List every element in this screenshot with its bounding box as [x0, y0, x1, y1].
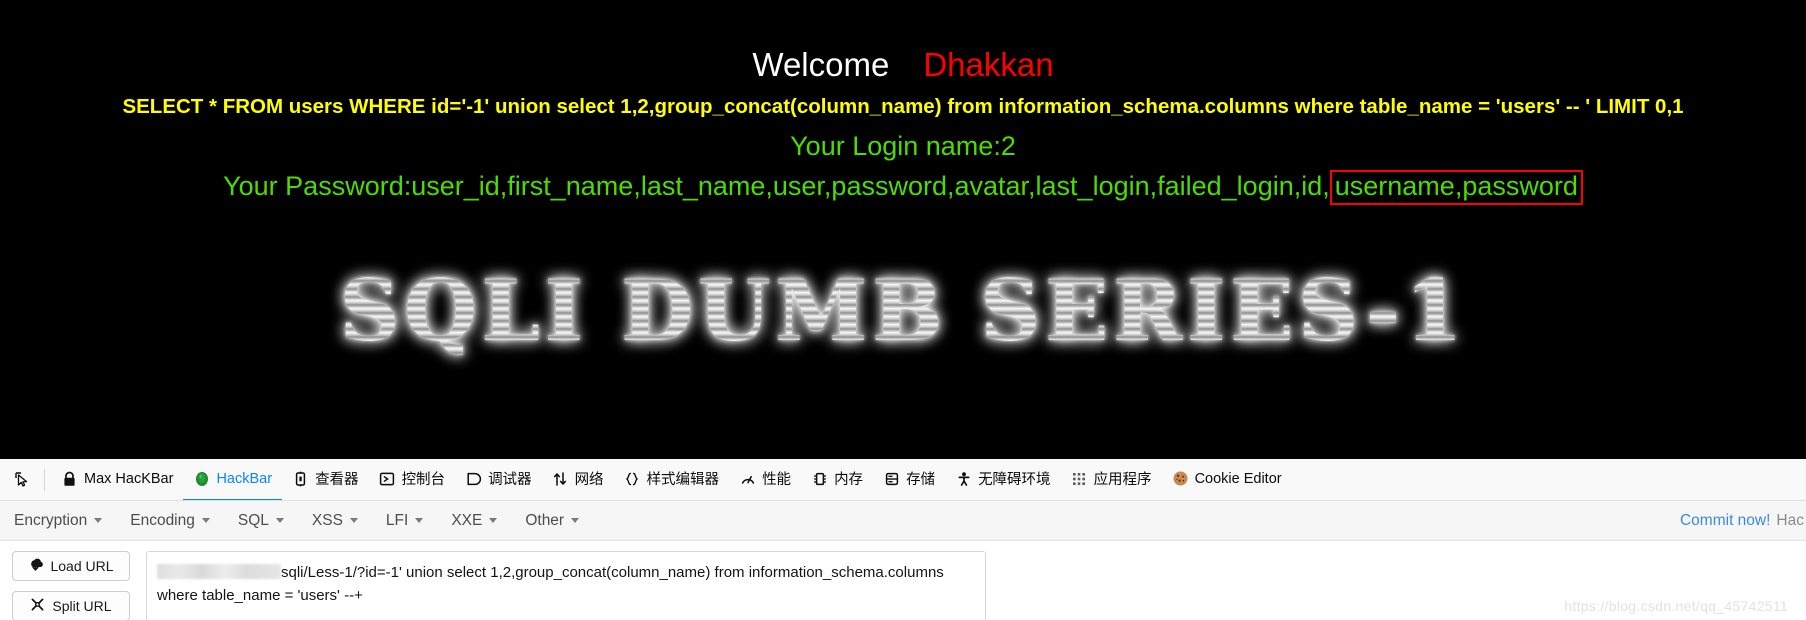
tab-label: Cookie Editor	[1194, 470, 1282, 487]
menu-label: SQL	[237, 511, 269, 529]
network-arrows-icon	[552, 470, 569, 487]
accessibility-person-icon	[955, 470, 972, 487]
memory-icon	[811, 470, 828, 487]
menu-label: Other	[525, 511, 565, 529]
commit-notice: Commit now! Hac	[1680, 501, 1806, 541]
tab-label: 网络	[574, 472, 604, 488]
menu-label: Encoding	[130, 511, 195, 529]
chevron-down-icon	[349, 518, 358, 523]
menu-sql[interactable]: SQL	[238, 512, 299, 530]
chevron-down-icon	[201, 518, 210, 523]
commit-notice-tail: Hac	[1776, 512, 1804, 529]
toolbar-divider	[44, 468, 45, 491]
tab-debugger[interactable]: 调试器	[455, 459, 542, 500]
button-label: Split URL	[52, 598, 112, 614]
hackbar-button-column: Load URL Split URL	[12, 551, 130, 620]
chevron-down-icon	[415, 518, 424, 523]
menu-label: LFI	[385, 511, 409, 529]
tab-label: 应用程序	[1093, 472, 1152, 488]
cookie-icon	[1172, 470, 1189, 487]
tab-max-hackbar[interactable]: Max HacKBar	[51, 459, 183, 500]
chevron-down-icon	[94, 518, 103, 523]
tab-label: HackBar	[216, 470, 273, 487]
welcome-username: Dhakkan	[923, 46, 1054, 83]
menu-xxe[interactable]: XXE	[451, 512, 512, 530]
devtools-tabbar: Max HacKBar HackBar 查看器 控制台 调试器 网络 样式编辑器…	[0, 459, 1806, 501]
performance-gauge-icon	[739, 470, 756, 487]
load-url-button[interactable]: Load URL	[12, 551, 130, 581]
tab-storage[interactable]: 存储	[873, 459, 945, 500]
welcome-label: Welcome	[752, 46, 890, 83]
chevron-down-icon	[489, 518, 498, 523]
menu-xss[interactable]: XSS	[312, 512, 373, 530]
tab-console[interactable]: 控制台	[369, 459, 456, 500]
tab-label: 查看器	[315, 472, 359, 488]
hackbar-menubar: Encryption Encoding SQL XSS LFI XXE Othe…	[0, 501, 1806, 541]
tab-network[interactable]: 网络	[542, 459, 614, 500]
element-picker-icon[interactable]	[6, 471, 38, 488]
hackbar-body: Load URL Split URL sqli/Less-1/?id=-1' u…	[0, 541, 1806, 620]
inspector-icon	[292, 470, 309, 487]
password-line-prefix: Your Password:user_id,first_name,last_na…	[223, 170, 1330, 201]
tab-style-editor[interactable]: 样式编辑器	[614, 459, 730, 500]
tab-application[interactable]: 应用程序	[1061, 459, 1162, 500]
tab-hackbar[interactable]: HackBar	[183, 459, 283, 500]
green-shield-icon	[193, 470, 210, 487]
chevron-down-icon	[275, 518, 284, 523]
application-grid-icon	[1071, 470, 1088, 487]
split-url-icon	[30, 597, 45, 615]
redacted-host-blur	[157, 564, 281, 579]
tab-label: 内存	[834, 472, 864, 488]
tab-performance[interactable]: 性能	[729, 459, 801, 500]
tab-accessibility[interactable]: 无障碍环境	[945, 459, 1061, 500]
menu-other[interactable]: Other	[525, 512, 594, 530]
debugger-icon	[465, 470, 482, 487]
sqli-lab-page: Welcome Dhakkan SELECT * FROM users WHERE…	[0, 0, 1806, 458]
url-input[interactable]: sqli/Less-1/?id=-1' union select 1,2,gro…	[146, 551, 986, 620]
tab-memory[interactable]: 内存	[801, 459, 873, 500]
button-label: Load URL	[50, 558, 114, 574]
chevron-down-icon	[571, 518, 580, 523]
console-icon	[379, 470, 396, 487]
split-url-button[interactable]: Split URL	[12, 591, 130, 620]
tab-label: 性能	[762, 472, 792, 488]
welcome-heading: Welcome Dhakkan	[0, 46, 1806, 83]
load-url-icon	[28, 557, 44, 575]
menu-label: Encryption	[14, 511, 88, 529]
menu-encryption[interactable]: Encryption	[14, 512, 117, 530]
style-editor-braces-icon	[624, 470, 641, 487]
watermark: https://blog.csdn.net/qq_45742511	[1564, 598, 1788, 614]
tab-cookie-editor[interactable]: Cookie Editor	[1162, 459, 1292, 500]
tab-inspector[interactable]: 查看器	[282, 459, 369, 500]
tab-label: 无障碍环境	[978, 472, 1051, 488]
sqli-dumb-series-logo: SQLI DUMB SERIES-1	[0, 261, 1806, 360]
sql-query-echo: SELECT * FROM users WHERE id='-1' union …	[122, 94, 1684, 118]
menu-label: XSS	[311, 511, 343, 529]
storage-database-icon	[883, 470, 900, 487]
password-line: Your Password:user_id,first_name,last_na…	[0, 169, 1806, 205]
padlock-icon	[61, 470, 78, 487]
tab-label: 样式编辑器	[646, 472, 720, 488]
logo-text: SQLI DUMB SERIES-1	[339, 260, 1467, 360]
tab-label: Max HacKBar	[84, 470, 174, 487]
commit-now-link[interactable]: Commit now!	[1680, 512, 1770, 530]
devtools-panel: Max HacKBar HackBar 查看器 控制台 调试器 网络 样式编辑器…	[0, 458, 1806, 620]
menu-label: XXE	[451, 511, 483, 529]
tab-label: 存储	[906, 472, 936, 488]
login-name-line: Your Login name:2	[790, 130, 1016, 161]
tab-label: 调试器	[488, 472, 532, 488]
menu-encoding[interactable]: Encoding	[130, 512, 225, 530]
tab-label: 控制台	[401, 472, 446, 488]
menu-lfi[interactable]: LFI	[386, 512, 438, 530]
browser-window: Welcome Dhakkan SELECT * FROM users WHERE…	[0, 0, 1806, 620]
password-highlight-box: username,password	[1329, 169, 1583, 205]
